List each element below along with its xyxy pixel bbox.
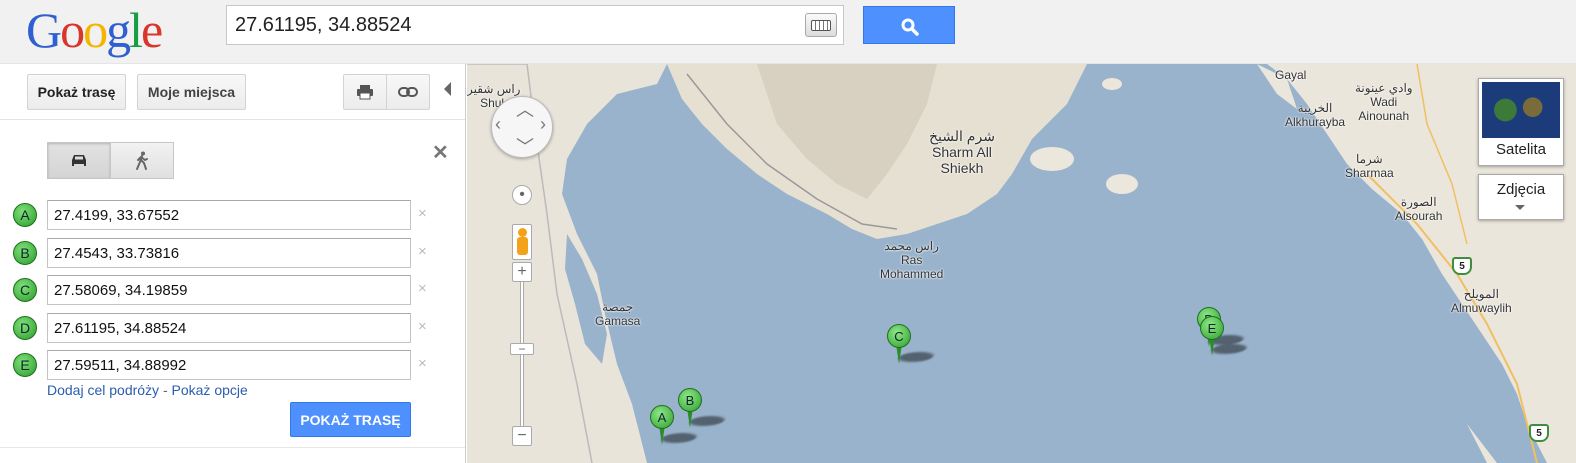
- waypoint-marker-icon: C: [13, 278, 37, 302]
- print-button[interactable]: [343, 74, 387, 110]
- directions-panel: Pokaż trasę Moje miejsca ✕ A 27.4199, 33…: [0, 64, 466, 463]
- remove-waypoint-icon[interactable]: ×: [418, 205, 427, 222]
- zoom-slider-handle[interactable]: −: [510, 342, 534, 356]
- waypoint-c-input[interactable]: [47, 275, 411, 305]
- map-label: الصورة Alsourah: [1395, 195, 1443, 223]
- road-shield-icon: 5: [1452, 257, 1472, 275]
- show-options-link[interactable]: Pokaż opcje: [172, 382, 248, 398]
- map-pin-a[interactable]: A: [650, 405, 701, 445]
- zoom-slider[interactable]: [512, 194, 532, 452]
- road-shield-icon: 5: [1529, 424, 1549, 442]
- print-icon: [357, 85, 373, 100]
- pan-up-icon[interactable]: ︿: [516, 96, 534, 122]
- my-places-button[interactable]: Moje miejsca: [137, 74, 246, 110]
- waypoint-marker-icon: A: [13, 203, 37, 227]
- waypoint-row: D ×: [0, 313, 465, 343]
- zoom-out-button[interactable]: −: [512, 426, 532, 446]
- satellite-view-button[interactable]: Satelita: [1478, 78, 1564, 166]
- waypoint-e-input[interactable]: [47, 350, 411, 380]
- map-canvas[interactable]: راس شقير Shuk شرم الشيخ Sharm All Shiekh را…: [467, 64, 1576, 463]
- photos-layer-button[interactable]: Zdjęcia: [1478, 174, 1564, 220]
- satellite-thumbnail: [1482, 82, 1560, 138]
- collapse-panel-icon[interactable]: [444, 82, 451, 96]
- get-directions-button[interactable]: POKAŻ TRASĘ: [290, 402, 411, 437]
- pan-down-icon[interactable]: ﹀: [516, 133, 534, 159]
- map-pin-c[interactable]: C: [887, 324, 938, 364]
- map-label: المويلح Almuwaylih: [1451, 287, 1512, 315]
- link-icon: [398, 87, 418, 97]
- waypoint-row: E ×: [0, 350, 465, 380]
- waypoint-b-input[interactable]: [47, 238, 411, 268]
- map-label: شرما Sharmaa: [1345, 152, 1394, 180]
- walk-icon: [136, 151, 148, 170]
- pan-left-icon[interactable]: ‹: [495, 114, 501, 135]
- chevron-down-icon: [1515, 205, 1525, 210]
- satellite-label: Satelita: [1495, 141, 1547, 158]
- map-pin-e[interactable]: E: [1200, 316, 1251, 356]
- map-label: شرم الشيخ Sharm All Shiekh: [929, 128, 995, 176]
- remove-waypoint-icon[interactable]: ×: [418, 355, 427, 372]
- walk-mode-button[interactable]: [110, 142, 174, 179]
- show-route-button[interactable]: Pokaż trasę: [27, 74, 126, 110]
- keyboard-icon[interactable]: [805, 13, 837, 37]
- map-pin-b[interactable]: B: [678, 388, 729, 428]
- remove-waypoint-icon[interactable]: ×: [418, 280, 427, 297]
- zoom-track[interactable]: [520, 274, 524, 444]
- search-icon: [901, 18, 919, 36]
- waypoint-row: A ×: [0, 200, 465, 230]
- waypoint-marker-icon: D: [13, 316, 37, 340]
- remove-waypoint-icon[interactable]: ×: [418, 243, 427, 260]
- photos-label: Zdjęcia: [1496, 181, 1546, 198]
- link-button[interactable]: [386, 74, 430, 110]
- waypoint-marker-icon: E: [13, 353, 37, 377]
- waypoint-d-input[interactable]: [47, 313, 411, 343]
- search-input[interactable]: [235, 12, 795, 38]
- car-mode-button[interactable]: [47, 142, 111, 179]
- waypoint-row: B ×: [0, 238, 465, 268]
- map-label: راس محمد Ras Mohammed: [880, 239, 944, 281]
- remove-waypoint-icon[interactable]: ×: [418, 318, 427, 335]
- pan-control[interactable]: ︿ ﹀ ‹ ›: [491, 96, 553, 158]
- zoom-in-button[interactable]: +: [512, 262, 532, 282]
- google-logo[interactable]: Google: [26, 2, 163, 58]
- add-destination-link[interactable]: Dodaj cel podróży: [47, 382, 159, 398]
- links-separator: -: [162, 382, 168, 398]
- map-label: Gayal: [1275, 68, 1307, 82]
- waypoint-marker-icon: B: [13, 241, 37, 265]
- close-directions-icon[interactable]: ✕: [432, 140, 449, 165]
- waypoint-links: Dodaj cel podróży - Pokaż opcje: [47, 382, 248, 398]
- panel-toolbar: Pokaż trasę Moje miejsca: [0, 64, 465, 120]
- divider: [0, 447, 465, 448]
- top-bar: Google: [0, 0, 1576, 64]
- map-label: الخريبة Alkhurayba: [1285, 101, 1346, 129]
- search-button[interactable]: [863, 6, 955, 44]
- map-terrain: [467, 64, 1576, 463]
- car-icon: [72, 154, 86, 166]
- search-box: [226, 5, 844, 45]
- waypoint-a-input[interactable]: [47, 200, 411, 230]
- map-label: جمصة Gamasa: [595, 300, 641, 328]
- waypoint-row: C ×: [0, 275, 465, 305]
- map-label: وادي عينونة Wadi Ainounah: [1355, 81, 1413, 123]
- pan-right-icon[interactable]: ›: [540, 114, 546, 135]
